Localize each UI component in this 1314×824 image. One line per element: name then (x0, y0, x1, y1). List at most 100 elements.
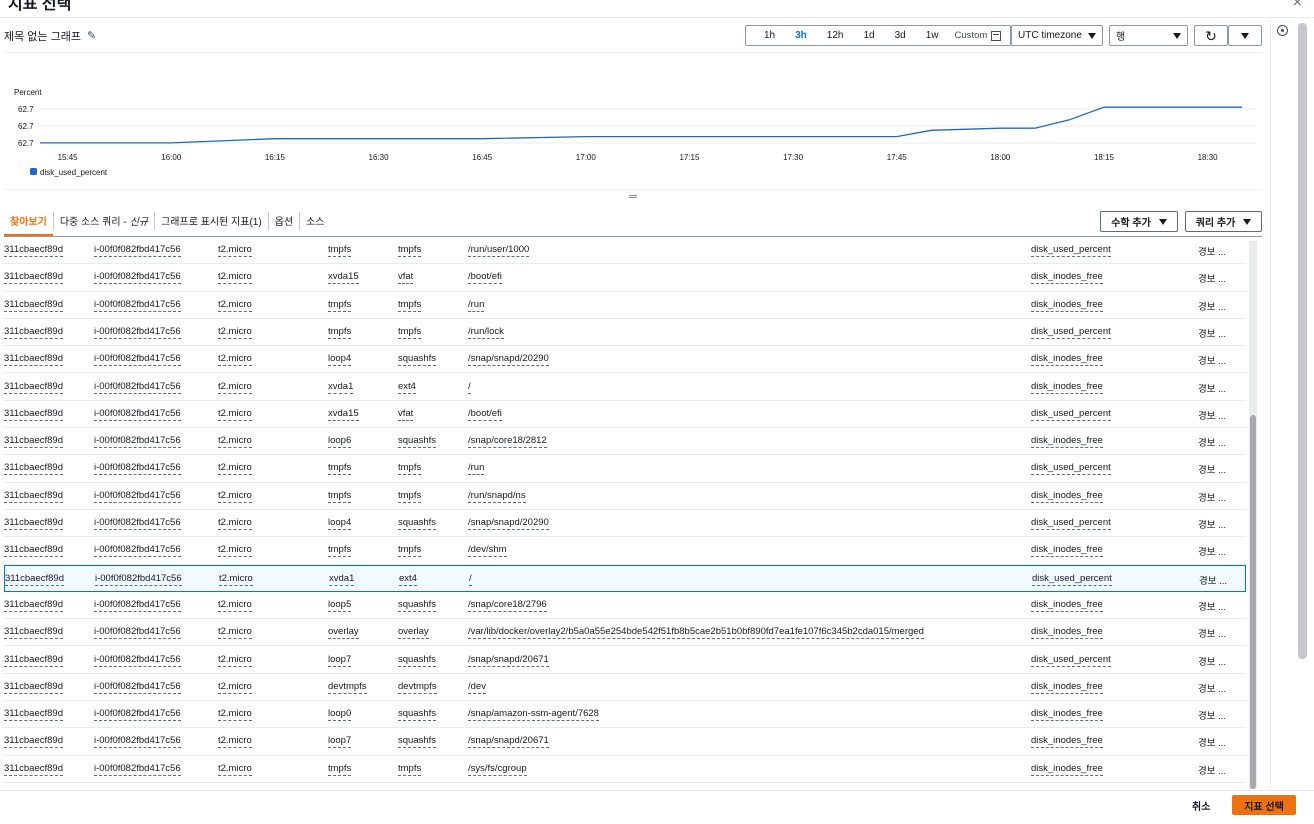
device-cell[interactable]: tmpfs (328, 244, 352, 257)
path-cell[interactable]: /run/snapd/ns (468, 490, 526, 503)
instance-id-cell[interactable]: i-00f0f082fbd417c56 (94, 490, 181, 503)
path-cell[interactable]: /var/lib/docker/overlay2/b5a0a55e254bde5… (468, 626, 924, 640)
instance-type-cell[interactable]: t2.micro (218, 517, 252, 530)
metric-name-cell[interactable]: disk_inodes_free (1031, 490, 1103, 503)
path-cell[interactable]: /dev (468, 681, 486, 694)
metric-name-cell[interactable]: disk_used_percent (1031, 244, 1111, 257)
instance-type-cell[interactable]: t2.micro (218, 326, 252, 339)
device-cell[interactable]: loop5 (328, 599, 352, 612)
instance-type-cell[interactable]: t2.micro (218, 462, 252, 476)
table-row[interactable]: 311cbaecf89d i-00f0f082fbd417c56 t2.micro t… (4, 292, 1246, 319)
host-cell[interactable]: 311cbaecf89d (5, 573, 64, 586)
path-cell[interactable]: /run (468, 462, 485, 476)
view-type-select[interactable]: 행 (1109, 25, 1188, 46)
table-row[interactable]: 311cbaecf89d i-00f0f082fbd417c56 t2.micro l… (4, 647, 1246, 674)
table-row[interactable]: 311cbaecf89d i-00f0f082fbd417c56 t2.micro x… (4, 564, 1246, 592)
add-math-button[interactable]: 수학 추가 (1100, 211, 1178, 232)
table-row[interactable]: 311cbaecf89d i-00f0f082fbd417c56 t2.micro t… (4, 319, 1246, 347)
page-scrollbar[interactable] (1298, 23, 1307, 659)
instance-type-cell[interactable]: t2.micro (218, 599, 252, 612)
host-cell[interactable]: 311cbaecf89d (4, 244, 63, 257)
table-row[interactable]: 311cbaecf89d i-00f0f082fbd417c56 t2.micro x… (4, 264, 1246, 292)
fstype-cell[interactable]: tmpfs (398, 490, 422, 503)
tab-2[interactable]: 그래프로 표시된 지표(1) (155, 205, 268, 236)
host-cell[interactable]: 311cbaecf89d (4, 626, 63, 640)
metric-name-cell[interactable]: disk_inodes_free (1031, 381, 1103, 394)
path-cell[interactable]: /boot/efi (468, 408, 502, 421)
host-cell[interactable]: 311cbaecf89d (4, 271, 63, 285)
table-row[interactable]: 311cbaecf89d i-00f0f082fbd417c56 t2.micro o… (4, 619, 1246, 647)
metric-name-cell[interactable]: disk_used_percent (1031, 517, 1111, 530)
table-row[interactable]: 311cbaecf89d i-00f0f082fbd417c56 t2.micro l… (4, 428, 1246, 456)
fstype-cell[interactable]: squashfs (398, 708, 437, 722)
device-cell[interactable]: tmpfs (328, 763, 352, 776)
instance-id-cell[interactable]: i-00f0f082fbd417c56 (94, 353, 181, 367)
path-cell[interactable]: /sys/fs/cgroup (468, 763, 527, 776)
host-cell[interactable]: 311cbaecf89d (4, 462, 63, 476)
device-cell[interactable]: tmpfs (328, 326, 352, 339)
fstype-cell[interactable]: squashfs (398, 517, 437, 530)
metric-name-cell[interactable]: disk_inodes_free (1031, 599, 1103, 612)
custom-range-button[interactable]: Custom (955, 30, 1002, 41)
instance-id-cell[interactable]: i-00f0f082fbd417c56 (94, 326, 181, 339)
table-row[interactable]: 311cbaecf89d i-00f0f082fbd417c56 t2.micro t… (4, 483, 1246, 510)
host-cell[interactable]: 311cbaecf89d (4, 708, 63, 722)
instance-type-cell[interactable]: t2.micro (218, 244, 252, 257)
instance-type-cell[interactable]: t2.micro (218, 735, 252, 749)
device-cell[interactable]: xvda15 (328, 408, 359, 421)
fstype-cell[interactable]: tmpfs (398, 462, 422, 476)
tab-0[interactable]: 찾아보기 (4, 205, 53, 236)
instance-id-cell[interactable]: i-00f0f082fbd417c56 (94, 299, 181, 312)
instance-type-cell[interactable]: t2.micro (218, 408, 252, 421)
fstype-cell[interactable]: overlay (398, 626, 429, 640)
path-cell[interactable]: /snap/snapd/20290 (468, 353, 549, 367)
metric-name-cell[interactable]: disk_used_percent (1032, 573, 1112, 586)
path-cell[interactable]: /run/user/1000 (468, 244, 530, 257)
host-cell[interactable]: 311cbaecf89d (4, 735, 63, 749)
tab-3[interactable]: 옵션 (269, 205, 299, 236)
table-row[interactable]: 311cbaecf89d i-00f0f082fbd417c56 t2.micro x… (4, 401, 1246, 429)
host-cell[interactable]: 311cbaecf89d (4, 326, 63, 339)
metric-name-cell[interactable]: disk_inodes_free (1031, 735, 1103, 749)
host-cell[interactable]: 311cbaecf89d (4, 299, 63, 312)
host-cell[interactable]: 311cbaecf89d (4, 435, 63, 449)
metric-name-cell[interactable]: disk_used_percent (1031, 326, 1111, 339)
fstype-cell[interactable]: ext4 (398, 381, 416, 394)
tab-1[interactable]: 다중 소스 쿼리 - 신규 (54, 205, 154, 236)
range-button-1d[interactable]: 1d (853, 26, 884, 45)
instance-type-cell[interactable]: t2.micro (218, 708, 252, 722)
metric-name-cell[interactable]: disk_used_percent (1031, 654, 1111, 667)
host-cell[interactable]: 311cbaecf89d (4, 681, 63, 694)
table-row[interactable]: 311cbaecf89d i-00f0f082fbd417c56 t2.micro t… (4, 537, 1246, 565)
metric-name-cell[interactable]: disk_inodes_free (1031, 681, 1103, 694)
table-row[interactable]: 311cbaecf89d i-00f0f082fbd417c56 t2.micro l… (4, 346, 1246, 374)
range-button-3d[interactable]: 3d (885, 26, 916, 45)
refresh-options-button[interactable] (1228, 25, 1262, 46)
fstype-cell[interactable]: devtmpfs (398, 681, 437, 694)
device-cell[interactable]: loop4 (328, 353, 352, 367)
table-row[interactable]: 311cbaecf89d i-00f0f082fbd417c56 t2.micro t… (4, 237, 1246, 265)
pencil-icon[interactable]: ✎ (87, 30, 99, 42)
instance-type-cell[interactable]: t2.micro (219, 573, 253, 586)
table-row[interactable]: 311cbaecf89d i-00f0f082fbd417c56 t2.micro l… (4, 728, 1246, 756)
device-cell[interactable]: loop7 (328, 735, 352, 749)
metric-name-cell[interactable]: disk_inodes_free (1031, 708, 1103, 722)
instance-type-cell[interactable]: t2.micro (218, 271, 252, 285)
path-cell[interactable]: /run (468, 299, 485, 312)
metric-name-cell[interactable]: disk_inodes_free (1031, 626, 1103, 640)
instance-type-cell[interactable]: t2.micro (218, 381, 252, 394)
path-cell[interactable]: /snap/core18/2796 (468, 599, 547, 612)
host-cell[interactable]: 311cbaecf89d (4, 763, 63, 776)
fstype-cell[interactable]: tmpfs (398, 299, 422, 312)
instance-type-cell[interactable]: t2.micro (218, 626, 252, 640)
fstype-cell[interactable]: squashfs (398, 353, 437, 367)
range-button-12h[interactable]: 12h (817, 26, 854, 45)
fstype-cell[interactable]: tmpfs (398, 763, 422, 776)
cancel-button[interactable]: 취소 (1184, 796, 1218, 814)
device-cell[interactable]: loop7 (328, 654, 352, 667)
close-icon[interactable]: × (1293, 0, 1302, 12)
table-row[interactable]: 311cbaecf89d i-00f0f082fbd417c56 t2.micro t… (4, 455, 1246, 483)
add-query-button[interactable]: 쿼리 추가 (1185, 211, 1262, 232)
timezone-select[interactable]: UTC timezone (1011, 25, 1103, 46)
path-cell[interactable]: /run/lock (468, 326, 504, 339)
